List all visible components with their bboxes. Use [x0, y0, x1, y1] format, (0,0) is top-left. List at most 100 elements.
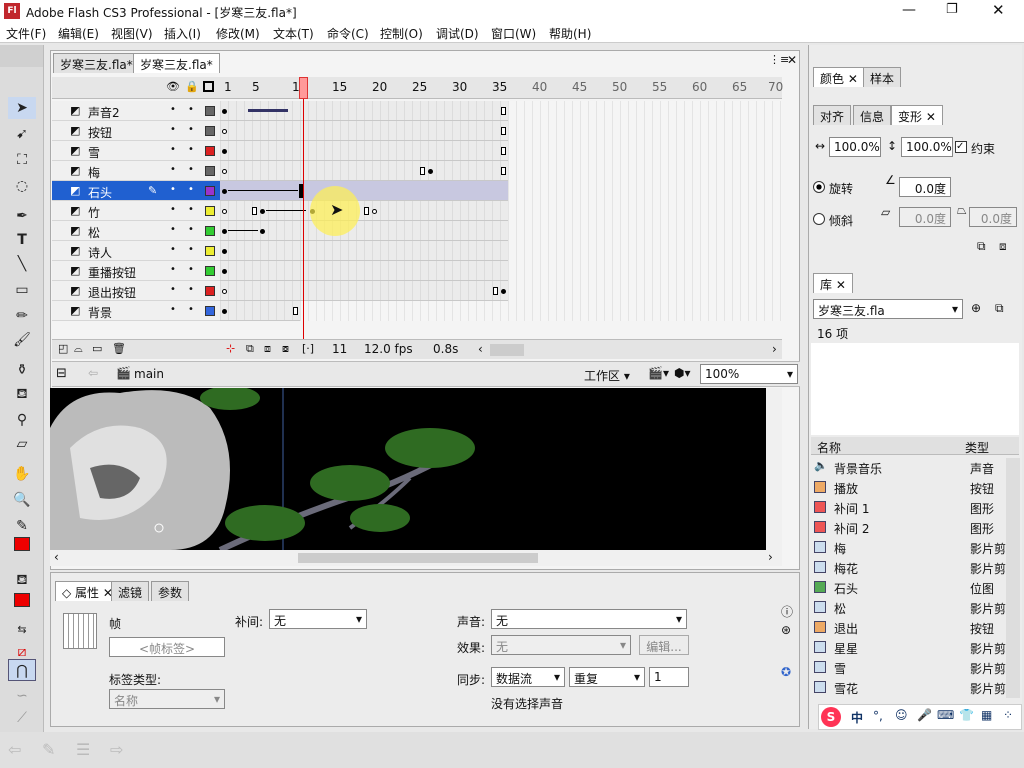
- smooth-icon[interactable]: ∽: [8, 685, 36, 707]
- tab-document-1[interactable]: 岁寒三友.fla*: [53, 53, 140, 73]
- stage-hscroll-thumb[interactable]: [298, 553, 538, 563]
- fill-color-icon[interactable]: ⛾: [8, 569, 36, 591]
- stage-canvas[interactable]: [50, 388, 766, 550]
- new-layer-icon[interactable]: ◰: [58, 342, 68, 355]
- repeat-select[interactable]: 重复 ▾: [569, 667, 645, 687]
- playhead[interactable]: [299, 77, 308, 99]
- frame-span[interactable]: [220, 101, 508, 121]
- skew-v-input[interactable]: 0.0度: [969, 207, 1017, 227]
- menu-help[interactable]: 帮助(H): [549, 25, 591, 42]
- maximize-icon[interactable]: ❐: [946, 2, 958, 17]
- delete-layer-icon[interactable]: 🗑: [112, 342, 126, 355]
- rotate-input[interactable]: 0.0度: [899, 177, 951, 197]
- skin-icon[interactable]: 👕: [959, 708, 974, 722]
- library-item[interactable]: 播放 按钮: [810, 478, 1015, 498]
- rectangle-tool-icon[interactable]: ▭: [8, 279, 36, 301]
- tab-swatches[interactable]: 样本: [863, 67, 902, 87]
- line-tool-icon[interactable]: ╲: [8, 253, 36, 275]
- repeat-count-input[interactable]: 1: [649, 667, 689, 687]
- library-item[interactable]: 石头 位图: [810, 578, 1015, 598]
- library-item[interactable]: 梅花 影片剪: [810, 558, 1015, 578]
- layer-row[interactable]: ◩ 梅 • •: [52, 161, 220, 181]
- scene-name[interactable]: main: [134, 367, 164, 381]
- menu-debug[interactable]: 调试(D): [436, 25, 479, 42]
- pencil-tool-icon[interactable]: ✏: [8, 305, 36, 327]
- brush-tool-icon[interactable]: 🖌: [8, 329, 36, 351]
- layer-color-swatch[interactable]: [205, 246, 215, 256]
- zoom-select[interactable]: 100% ▾: [700, 364, 798, 384]
- menu-view[interactable]: 视图(V): [111, 25, 153, 42]
- library-item[interactable]: 梅影片剪: [810, 538, 1015, 558]
- layer-row[interactable]: ◩ 雪 • •: [52, 141, 220, 161]
- library-item[interactable]: 补间 2 图形: [810, 518, 1015, 538]
- scroll-right-icon[interactable]: ›: [772, 342, 777, 356]
- col-type[interactable]: 类型: [965, 439, 989, 456]
- scroll-right-icon[interactable]: ›: [768, 550, 773, 564]
- onion-skin-icon[interactable]: ⧉: [246, 342, 254, 356]
- pen-tool-icon[interactable]: ✒: [8, 205, 36, 227]
- subselection-tool-icon[interactable]: ➹: [8, 123, 36, 145]
- stage-hscroll[interactable]: ‹ ›: [50, 550, 782, 566]
- layer-color-swatch[interactable]: [205, 146, 215, 156]
- add-guide-icon[interactable]: ⌓: [74, 342, 83, 356]
- library-item[interactable]: 退出 按钮: [810, 618, 1015, 638]
- mic-icon[interactable]: 🎤: [917, 708, 932, 722]
- layer-row[interactable]: ◩ 竹 • •: [52, 201, 220, 221]
- stroke-color-swatch[interactable]: [14, 537, 30, 551]
- edit-multiple-icon[interactable]: ⧇: [282, 342, 289, 356]
- keyboard-icon[interactable]: ⌨: [937, 708, 954, 722]
- tab-filters[interactable]: 滤镜: [111, 581, 150, 601]
- frame-span[interactable]: [220, 121, 508, 141]
- forward-icon[interactable]: ⇨: [110, 740, 123, 759]
- timeline-toggle-icon[interactable]: ⊟: [56, 366, 67, 381]
- scale-height-input[interactable]: 100.0%: [901, 137, 953, 157]
- frame-span[interactable]: [220, 181, 508, 201]
- copy-transform-icon[interactable]: ⧉: [977, 239, 986, 254]
- text-tool-icon[interactable]: T: [8, 229, 36, 251]
- stroke-color-icon[interactable]: ✎: [8, 515, 36, 537]
- menu-modify[interactable]: 修改(M): [216, 25, 260, 42]
- menu-control[interactable]: 控制(O): [380, 25, 423, 42]
- menu-text[interactable]: 文本(T): [273, 25, 314, 42]
- layer-color-swatch[interactable]: [205, 106, 215, 116]
- tween-select[interactable]: 无 ▾: [269, 609, 367, 629]
- edit-actions-icon[interactable]: ⊛: [781, 623, 791, 637]
- library-file-select[interactable]: 岁寒三友.fla ▾: [813, 299, 963, 319]
- tab-library[interactable]: 库 ✕: [813, 273, 853, 293]
- straighten-icon[interactable]: ⟋: [8, 707, 36, 729]
- frame-span[interactable]: [220, 241, 508, 261]
- frame-span[interactable]: [220, 261, 508, 281]
- menu-file[interactable]: 文件(F): [6, 25, 46, 42]
- menu-insert[interactable]: 插入(I): [164, 25, 201, 42]
- swap-colors-icon[interactable]: ⇆: [8, 619, 36, 641]
- free-transform-tool-icon[interactable]: ⛶: [8, 149, 36, 171]
- tab-document-2[interactable]: 岁寒三友.fla*: [133, 53, 220, 73]
- layer-row[interactable]: ◩ 声音2 • •: [52, 101, 220, 121]
- scroll-left-icon[interactable]: ‹: [54, 550, 59, 564]
- library-item[interactable]: 雪影片剪: [810, 658, 1015, 678]
- ime-mode[interactable]: 中: [851, 709, 863, 726]
- layer-color-swatch[interactable]: [205, 166, 215, 176]
- layer-row[interactable]: ◩ 按钮 • •: [52, 121, 220, 141]
- layer-color-swatch[interactable]: [205, 226, 215, 236]
- edit-symbol-icon[interactable]: ⬢▾: [674, 366, 691, 380]
- library-item[interactable]: 星星 影片剪: [810, 638, 1015, 658]
- back-arrow-icon[interactable]: ⇦: [88, 366, 98, 380]
- accessibility-icon[interactable]: ✪: [781, 665, 791, 679]
- new-library-icon[interactable]: ⧉: [995, 301, 1004, 316]
- close-icon[interactable]: ✕: [992, 1, 1005, 19]
- hand-tool-icon[interactable]: ✋: [8, 463, 36, 485]
- layer-row[interactable]: ◩ 重播按钮 • •: [52, 261, 220, 281]
- snap-magnet-icon[interactable]: ⋂: [8, 659, 36, 681]
- layer-row[interactable]: ◩ 诗人 • •: [52, 241, 220, 261]
- frame-span[interactable]: [220, 201, 508, 221]
- layer-row[interactable]: ◩ 退出按钮 • •: [52, 281, 220, 301]
- tab-align[interactable]: 对齐: [813, 105, 852, 125]
- onion-markers-icon[interactable]: [·]: [302, 342, 314, 355]
- reset-transform-icon[interactable]: ⧈: [999, 239, 1007, 254]
- layer-color-swatch[interactable]: [205, 266, 215, 276]
- layer-color-swatch[interactable]: [205, 206, 215, 216]
- menu-window[interactable]: 窗口(W): [491, 25, 536, 42]
- edit-scene-icon[interactable]: 🎬▾: [648, 366, 669, 380]
- frame-span[interactable]: [220, 281, 508, 301]
